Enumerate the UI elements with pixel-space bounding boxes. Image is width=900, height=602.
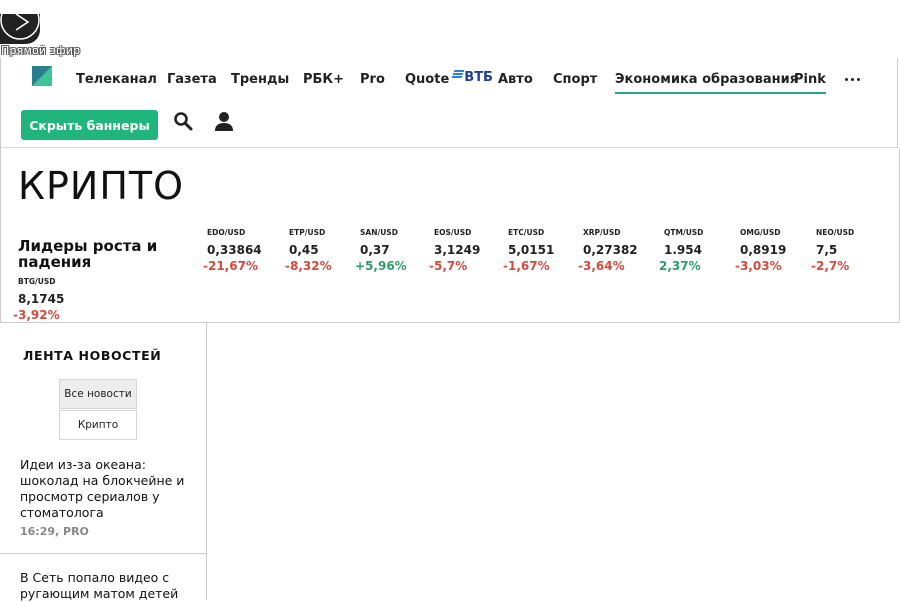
play-icon: [0, 14, 40, 44]
ticker-price: 1.954: [664, 243, 702, 257]
nav-item-auto[interactable]: Авто: [498, 72, 533, 92]
vtb-label: ВТБ: [464, 70, 493, 85]
leaders-title: Лидеры роста и падения: [18, 237, 158, 271]
ticker-pair: BTG/USD: [18, 277, 56, 286]
ticker-price: 8,1745: [18, 292, 65, 306]
nav-item-trends[interactable]: Тренды: [231, 72, 289, 92]
ticker-change: 2,37%: [659, 259, 701, 273]
vtb-bars-icon: [451, 70, 465, 78]
ticker-price: 0,8919: [740, 243, 787, 257]
rbc-logo[interactable]: [32, 66, 52, 86]
nav-item-economy-education[interactable]: Экономика образования: [615, 72, 799, 94]
ticker-price: 0,33864: [207, 243, 262, 257]
ticker-change: -3,03%: [735, 259, 782, 273]
ticker-eos[interactable]: EOS/USD 3,1249 -5,7%: [429, 228, 480, 273]
vtb-logo: ВТБ: [451, 70, 493, 86]
ticker-change: -5,7%: [429, 259, 468, 273]
ticker-xrp[interactable]: XRP/USD 0,27382 -3,64%: [578, 228, 638, 273]
quote-label: Quote: [405, 72, 450, 87]
page-title: КРИПТО: [18, 164, 185, 208]
ticker-pair: ETC/USD: [508, 228, 545, 237]
news-divider: [0, 553, 206, 554]
ticker-pair: NEO/USD: [816, 228, 855, 237]
nav-item-quote[interactable]: Quote ВТБ: [405, 70, 493, 92]
news-title: В Сеть попало видео с ругающим матом дет…: [20, 570, 179, 601]
filter-all-news[interactable]: Все новости: [59, 379, 137, 409]
ticker-btg[interactable]: BTG/USD 8,1745 -3,92%: [13, 277, 64, 322]
ticker-edo[interactable]: EDO/USD 0,33864 -21,67%: [203, 228, 262, 273]
news-title: Идеи из-за океана: шоколад на блокчейне …: [20, 457, 185, 520]
ticker-pair: EOS/USD: [434, 228, 472, 237]
ticker-price: 7,5: [816, 243, 838, 257]
ticker-neo[interactable]: NEO/USD 7,5 -2,7%: [811, 228, 854, 273]
ticker-pair: OMG/USD: [740, 228, 781, 237]
ticker-pair: ETP/USD: [289, 228, 326, 237]
nav-item-pro[interactable]: Pro: [360, 72, 385, 92]
ticker-price: 0,27382: [583, 243, 638, 257]
ticker-price: 3,1249: [434, 243, 481, 257]
ticker-pair: EDO/USD: [207, 228, 246, 237]
nav-item-rbc-plus[interactable]: РБК+: [303, 72, 344, 92]
live-label: Прямой эфир: [1, 44, 81, 57]
ticker-price: 5,0151: [508, 243, 555, 257]
ticker-etp[interactable]: ETP/USD 0,45 -8,32%: [285, 228, 332, 273]
hide-banners-button[interactable]: Скрыть баннеры: [21, 110, 158, 140]
ticker-price: 0,45: [289, 243, 319, 257]
nav-item-newspaper[interactable]: Газета: [167, 72, 217, 92]
filter-crypto[interactable]: Крипто: [59, 410, 137, 440]
nav-item-pink[interactable]: Pink: [794, 72, 826, 94]
crypto-section: КРИПТО Лидеры роста и падения EDO/USD 0,…: [0, 148, 900, 323]
nav-item-sport[interactable]: Спорт: [553, 72, 597, 92]
ticker-pair: XRP/USD: [583, 228, 621, 237]
live-broadcast[interactable]: Прямой эфир: [0, 0, 90, 58]
ticker-change: -1,67%: [503, 259, 550, 273]
news-item[interactable]: В Сеть попало видео с ругающим матом дет…: [0, 570, 206, 602]
feed-title: ЛЕНТА НОВОСТЕЙ: [23, 348, 162, 363]
ticker-qtm[interactable]: QTM/USD 1.954 2,37%: [659, 228, 703, 273]
news-feed: ЛЕНТА НОВОСТЕЙ Все новости Крипто Идеи и…: [0, 323, 207, 602]
ticker-change: +5,96%: [355, 259, 407, 273]
more-dots-icon[interactable]: [845, 78, 861, 82]
ticker-omg[interactable]: OMG/USD 0,8919 -3,03%: [735, 228, 786, 273]
ticker-change: -3,64%: [578, 259, 625, 273]
ticker-san[interactable]: SAN/USD 0,37 +5,96%: [355, 228, 407, 273]
news-item[interactable]: Идеи из-за океана: шоколад на блокчейне …: [0, 457, 206, 538]
ticker-change: -8,32%: [285, 259, 332, 273]
user-icon[interactable]: [214, 111, 234, 133]
search-icon[interactable]: [173, 111, 193, 131]
ticker-change: -2,7%: [811, 259, 850, 273]
ticker-change: -3,92%: [13, 308, 60, 322]
nav-item-tv[interactable]: Телеканал: [76, 72, 157, 92]
ticker-pair: QTM/USD: [664, 228, 704, 237]
ticker-change: -21,67%: [203, 259, 258, 273]
site-header: Телеканал Газета Тренды РБК+ Pro Quote ВТ…: [0, 58, 898, 148]
news-meta: 16:29, PRO: [20, 525, 89, 538]
ticker-etc[interactable]: ETC/USD 5,0151 -1,67%: [503, 228, 554, 273]
ticker-price: 0,37: [360, 243, 390, 257]
ticker-pair: SAN/USD: [360, 228, 398, 237]
